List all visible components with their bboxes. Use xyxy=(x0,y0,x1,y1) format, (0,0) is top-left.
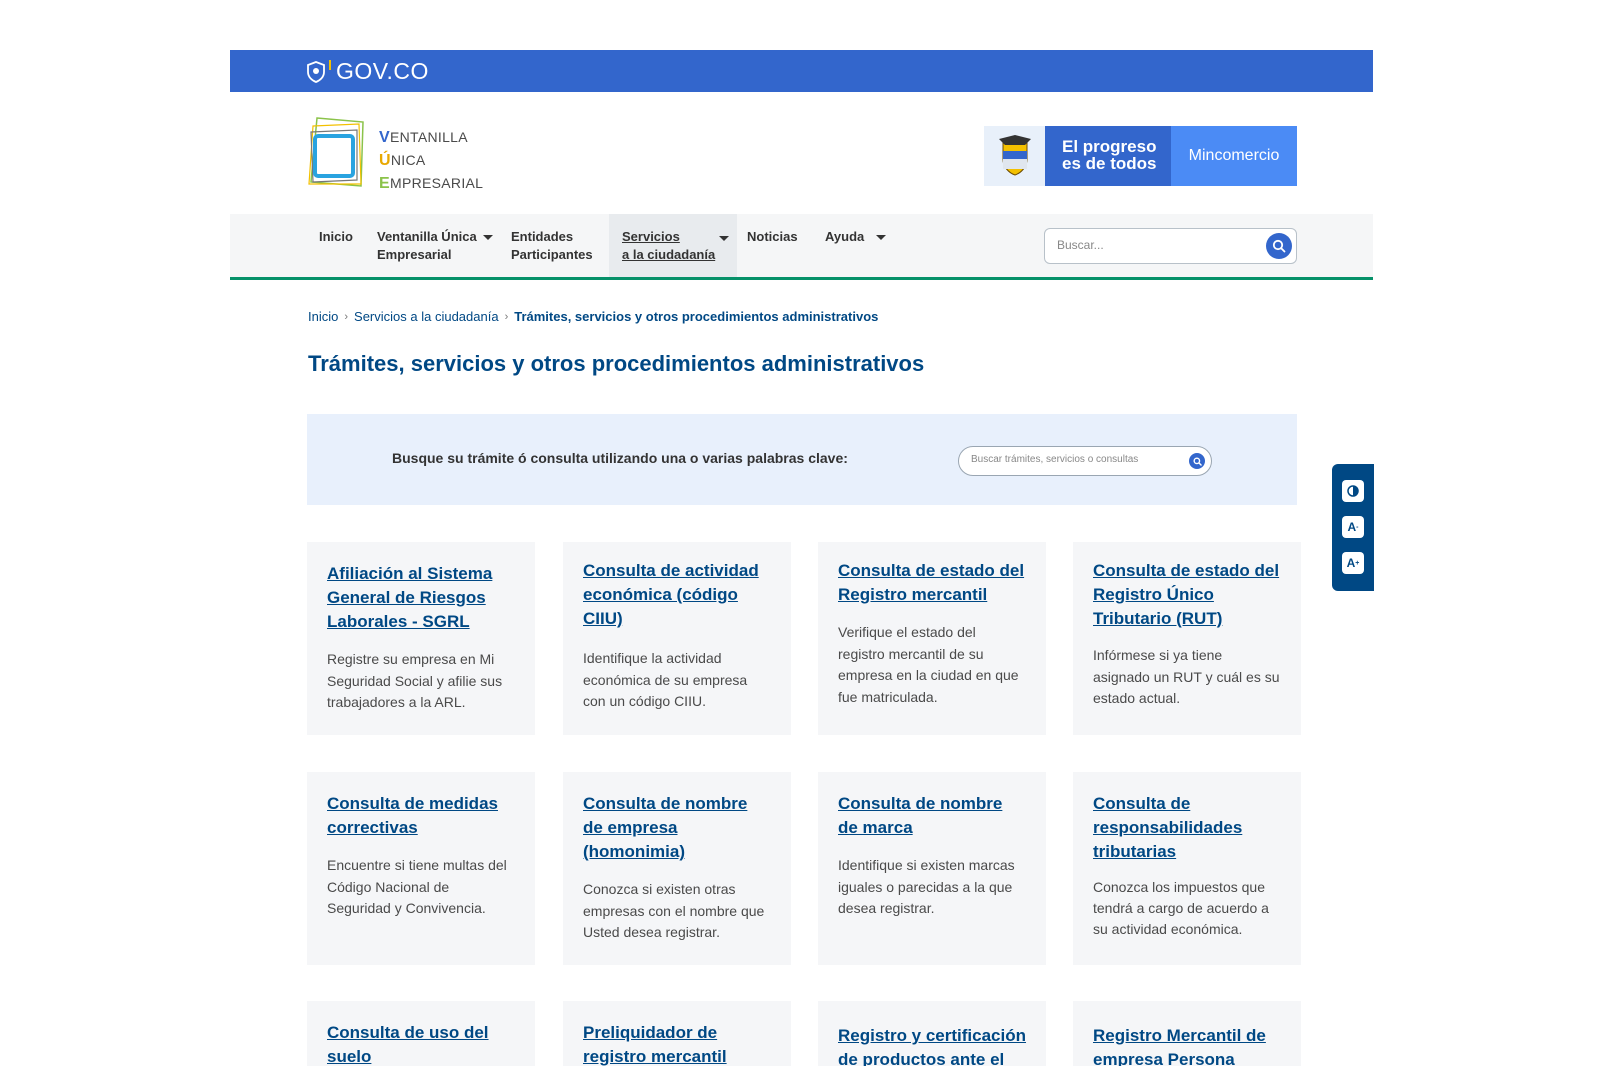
search-icon xyxy=(1192,456,1202,466)
accessibility-bar: A- A + xyxy=(1332,464,1374,591)
procedure-card: Consulta de estado del Registro Único Tr… xyxy=(1073,542,1301,735)
procedure-card-desc: Identifique si existen marcas iguales o … xyxy=(838,857,1015,916)
procedure-search-label: Busque su trámite ó consulta utilizando … xyxy=(392,450,848,466)
shield-icon xyxy=(307,60,325,83)
procedure-card: Afiliación al Sistema General de Riesgos… xyxy=(307,542,535,735)
chevron-down-icon xyxy=(876,235,887,241)
procedure-card-title[interactable]: Consulta de responsabilidades tributaria… xyxy=(1093,792,1281,864)
procedure-search xyxy=(958,446,1212,476)
vue-logo[interactable]: VENTANILLA ÚNICA EMPRESARIAL xyxy=(307,116,483,192)
procedure-card-title[interactable]: Consulta de nombre de marca xyxy=(838,792,1026,840)
procedure-card-title[interactable]: Consulta de estado del Registro Único Tr… xyxy=(1093,559,1281,631)
chevron-right-icon: › xyxy=(504,310,509,323)
breadcrumb-item-current: Trámites, servicios y otros procedimient… xyxy=(514,309,879,324)
font-decrease-button[interactable]: A- xyxy=(1342,516,1364,538)
govco-logo[interactable]: GOV.CO xyxy=(306,58,429,85)
font-decrease-icon: A xyxy=(1347,520,1357,534)
site-search xyxy=(1044,228,1297,264)
procedure-card: Preliquidador de registro mercantil xyxy=(563,1001,791,1066)
nav-item-inicio[interactable]: Inicio xyxy=(319,228,353,246)
procedure-search-panel: Busque su trámite ó consulta utilizando … xyxy=(307,414,1297,505)
procedure-card: Consulta de responsabilidades tributaria… xyxy=(1073,772,1301,965)
procedure-card: Registro Mercantil de empresa Persona xyxy=(1073,1001,1301,1066)
procedure-card: Registro y certificación de productos an… xyxy=(818,1001,1046,1066)
procedure-card: Consulta de estado del Registro mercanti… xyxy=(818,542,1046,735)
breadcrumb: Inicio › Servicios a la ciudadanía › Trá… xyxy=(308,309,878,324)
ministry-name: Mincomercio xyxy=(1171,126,1297,186)
contrast-button[interactable] xyxy=(1342,480,1364,502)
procedure-card-title[interactable]: Afiliación al Sistema General de Riesgos… xyxy=(327,562,515,634)
font-increase-button[interactable]: A + xyxy=(1342,552,1364,574)
site-search-input[interactable] xyxy=(1057,238,1257,252)
procedure-card-title[interactable]: Registro Mercantil de empresa Persona xyxy=(1093,1024,1281,1066)
mincomercio-logo[interactable]: El progreso es de todos Mincomercio xyxy=(984,126,1297,186)
site-search-button[interactable] xyxy=(1266,233,1292,259)
procedure-card-desc: Identifique la actividad económica de su… xyxy=(583,650,748,709)
procedure-card-title[interactable]: Preliquidador de registro mercantil xyxy=(583,1021,771,1066)
nav-item-servicios[interactable]: Servicios a la ciudadanía xyxy=(609,214,737,277)
page-title: Trámites, servicios y otros procedimient… xyxy=(308,351,925,376)
procedure-card-title[interactable]: Consulta de estado del Registro mercanti… xyxy=(838,559,1026,607)
procedure-card: Consulta de uso del suelo xyxy=(307,1001,535,1066)
procedure-card-title[interactable]: Consulta de nombre de empresa (homonimia… xyxy=(583,792,771,864)
procedure-card: Consulta de nombre de empresa (homonimia… xyxy=(563,772,791,965)
govco-text: GOV.CO xyxy=(336,58,429,84)
procedure-card-desc: Infórmese si ya tiene asignado un RUT y … xyxy=(1093,647,1280,706)
procedure-card-desc: Conozca si existen otras empresas con el… xyxy=(583,881,765,940)
procedure-search-button[interactable] xyxy=(1189,453,1205,469)
chevron-down-icon xyxy=(719,236,729,241)
procedure-card-desc: Registre su empresa en Mi Seguridad Soci… xyxy=(327,651,503,710)
search-icon xyxy=(1272,239,1286,253)
procedure-card: Consulta de nombre de marca Identifique … xyxy=(818,772,1046,965)
procedure-card-title[interactable]: Consulta de uso del suelo xyxy=(327,1021,515,1066)
procedure-card-title[interactable]: Consulta de actividad económica (código … xyxy=(583,559,771,631)
font-increase-icon: A xyxy=(1346,556,1356,570)
nav-item-noticias[interactable]: Noticias xyxy=(747,228,798,246)
chevron-right-icon: › xyxy=(344,310,349,323)
govco-bar: GOV.CO xyxy=(230,50,1373,92)
breadcrumb-item-inicio[interactable]: Inicio xyxy=(308,309,338,324)
procedure-card-desc: Conozca los impuestos que tendrá a cargo… xyxy=(1093,879,1269,937)
coat-of-arms-icon xyxy=(984,126,1045,186)
contrast-icon xyxy=(1347,485,1359,497)
chevron-down-icon xyxy=(482,235,493,241)
procedure-card: Consulta de actividad económica (código … xyxy=(563,542,791,735)
nav-item-ventanilla[interactable]: Ventanilla Única Empresarial xyxy=(377,228,493,264)
procedure-card: Consulta de medidas correctivas Encuentr… xyxy=(307,772,535,965)
nav-item-ayuda[interactable]: Ayuda xyxy=(825,228,887,246)
procedure-card-title[interactable]: Consulta de medidas correctivas xyxy=(327,792,515,840)
progreso-slogan: El progreso es de todos xyxy=(1045,126,1171,186)
breadcrumb-item-servicios[interactable]: Servicios a la ciudadanía xyxy=(354,309,499,324)
vue-brand-text: VENTANILLA ÚNICA EMPRESARIAL xyxy=(379,129,484,192)
procedure-search-input[interactable] xyxy=(971,454,1181,465)
procedure-card-title[interactable]: Registro y certificación de productos an… xyxy=(838,1024,1026,1066)
govco-separator xyxy=(329,60,331,70)
procedure-card-desc: Verifique el estado del registro mercant… xyxy=(838,624,1019,705)
procedure-card-desc: Encuentre si tiene multas del Código Nac… xyxy=(327,857,507,916)
nav-item-entidades[interactable]: Entidades Participantes xyxy=(511,228,593,264)
vue-squares-icon xyxy=(308,117,364,187)
